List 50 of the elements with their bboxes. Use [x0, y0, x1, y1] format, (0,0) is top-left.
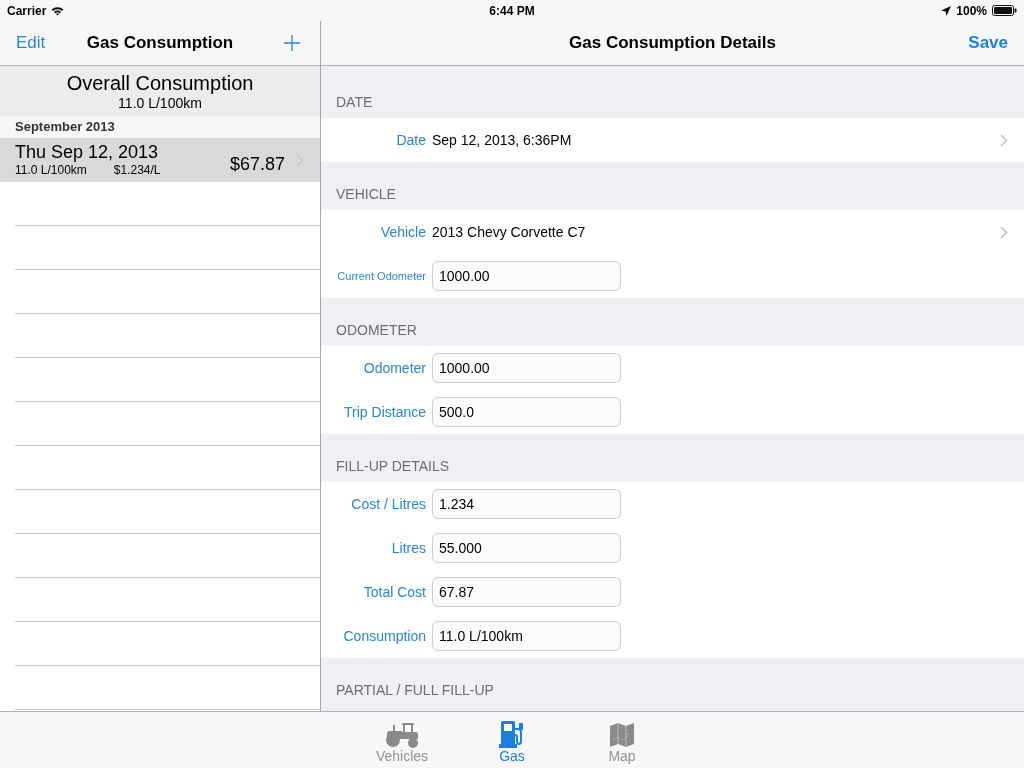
navigation-title: Gas Consumption Details	[569, 32, 776, 55]
field-label: Trip Distance	[344, 402, 426, 422]
input-field[interactable]: 1.234	[432, 489, 621, 519]
section-header: FILL-UP DETAILS	[336, 458, 450, 474]
chevron-right-icon	[1000, 225, 1008, 239]
edit-button[interactable]: Edit	[16, 30, 46, 56]
row-total: $67.87	[229, 152, 285, 176]
field-label: Odometer	[363, 358, 426, 378]
input-field[interactable]: 1000.00	[432, 353, 621, 383]
field-label: Current Odometer	[337, 268, 426, 284]
navigation-title: Gas Consumption	[86, 32, 234, 55]
row-value: 2013 Chevy Corvette C7	[432, 222, 587, 242]
tractor-icon	[384, 722, 420, 748]
list-row[interactable]: Thu Sep 12, 2013 11.0 L/100km $1.234/L $67.87	[0, 138, 320, 182]
field-label: Vehicle	[380, 222, 426, 242]
row-price: $1.234/L	[113, 163, 161, 178]
location-arrow-icon	[941, 5, 952, 16]
section-header: ODOMETER	[336, 322, 417, 338]
disclosure-row[interactable]: Date Sep 12, 2013, 6:36PM	[321, 118, 1024, 162]
plus-icon	[284, 35, 300, 51]
section-title: September 2013	[15, 118, 115, 137]
section-header: VEHICLE	[336, 186, 396, 202]
fuel-pump-icon	[499, 720, 525, 748]
wifi-icon	[51, 5, 65, 16]
field-label: Cost / Litres	[351, 494, 426, 514]
status-time: 6:44 PM	[488, 2, 536, 20]
field-label: Date	[396, 130, 426, 150]
summary-value: 11.0 L/100km	[118, 94, 202, 111]
field-label: Consumption	[343, 626, 426, 646]
disclosure-row[interactable]: Vehicle 2013 Chevy Corvette C7	[321, 210, 1024, 254]
section-header: DATE	[336, 94, 373, 110]
input-field[interactable]: 11.0 L/100km	[432, 621, 621, 651]
row-consumption: 11.0 L/100km	[15, 163, 87, 178]
input-field[interactable]: 67.87	[432, 577, 621, 607]
summary-title: Overall Consumption	[66, 71, 254, 95]
chevron-right-icon	[1000, 133, 1008, 147]
battery-percentage: 100%	[956, 2, 987, 20]
field-label: Litres	[391, 538, 426, 558]
battery-icon	[992, 5, 1017, 16]
input-field[interactable]: 500.0	[432, 397, 621, 427]
row-value: Sep 12, 2013, 6:36PM	[432, 130, 573, 150]
row-date: Thu Sep 12, 2013	[15, 142, 160, 163]
tab[interactable]: Gas	[457, 712, 567, 768]
field-label: Total Cost	[363, 582, 426, 602]
save-button[interactable]: Save	[968, 30, 1008, 56]
input-field[interactable]: 55.000	[432, 533, 621, 563]
input-field[interactable]: 1000.00	[432, 261, 621, 291]
section-header: PARTIAL / FULL FILL-UP	[336, 682, 494, 698]
carrier-name: Carrier	[7, 2, 47, 20]
map-icon	[609, 722, 635, 748]
